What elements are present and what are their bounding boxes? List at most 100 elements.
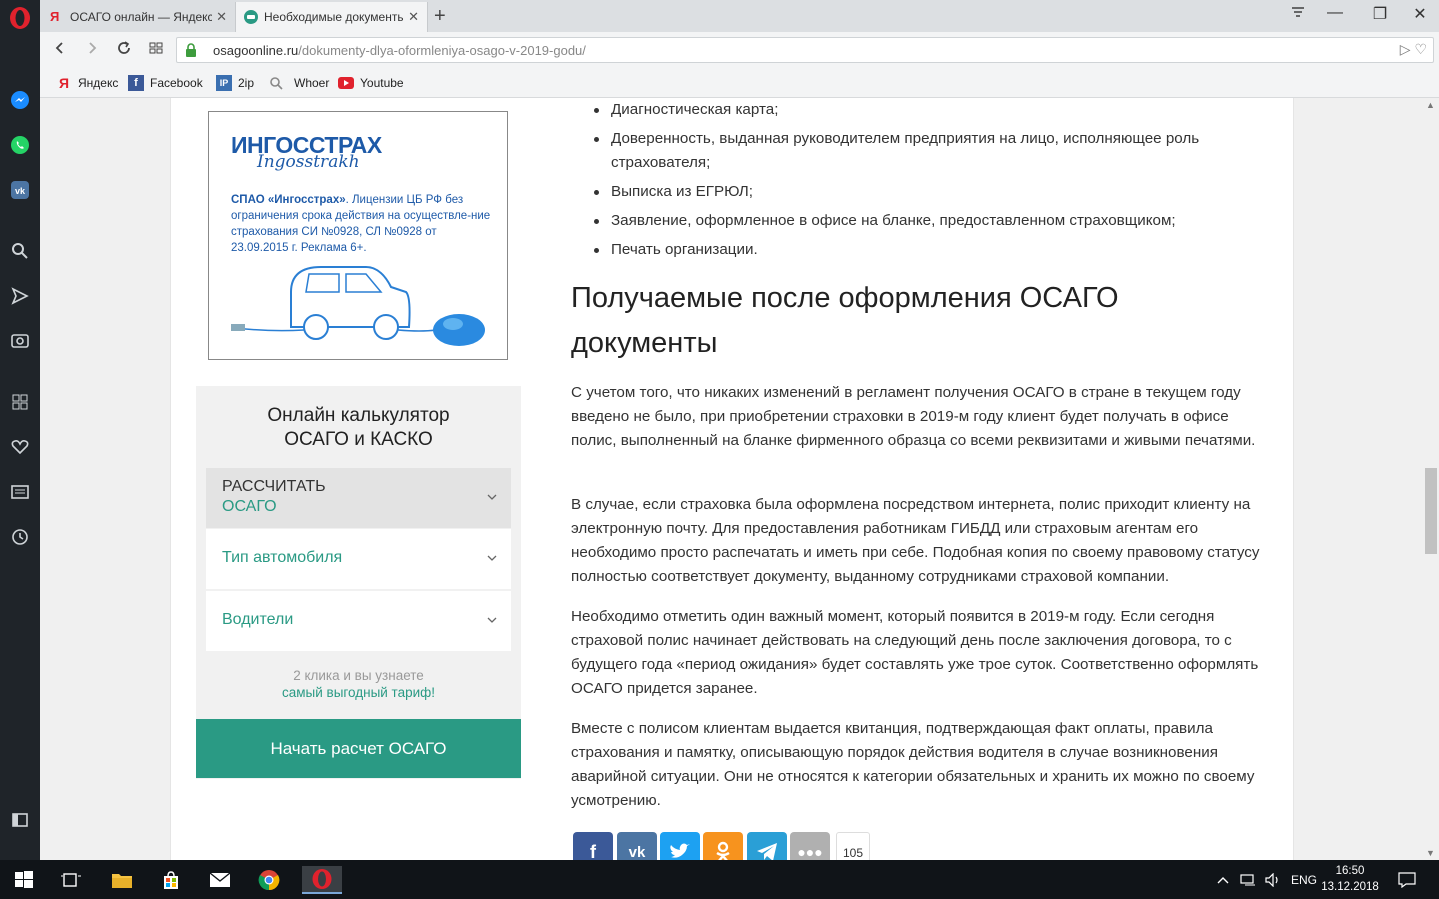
start-osago-calc-button[interactable]: Начать расчет ОСАГО bbox=[196, 719, 521, 778]
windows-start-icon[interactable] bbox=[9, 866, 39, 894]
url-field[interactable]: osagoonline.ru/dokumenty-dlya-oformleniy… bbox=[176, 37, 1434, 63]
lock-icon[interactable] bbox=[185, 43, 197, 57]
bookmark-yandex[interactable]: Я Яндекс bbox=[56, 75, 118, 91]
clock[interactable]: 16:50 13.12.2018 bbox=[1320, 863, 1380, 895]
ad-brand-latin: Ingosstrakh bbox=[257, 152, 360, 172]
calc-row-calculate[interactable]: РАССЧИТАТЬ ОСАГО bbox=[206, 468, 511, 528]
back-button[interactable] bbox=[50, 40, 70, 60]
share-count: 105 bbox=[836, 832, 870, 860]
facebook-icon: f bbox=[128, 75, 144, 91]
twitter-icon bbox=[670, 843, 690, 858]
speed-dial-icon[interactable] bbox=[8, 390, 32, 414]
action-center-icon[interactable] bbox=[1398, 860, 1416, 899]
ad-company: СПАО «Ингосстрах» bbox=[231, 194, 346, 206]
chevron-down-icon bbox=[487, 555, 497, 561]
close-icon[interactable]: ✕ bbox=[216, 9, 227, 25]
panel-toggle-icon[interactable] bbox=[8, 808, 32, 832]
page-scrollbar[interactable]: ▲ ▼ bbox=[1423, 98, 1439, 860]
tab-yandex[interactable]: Я ОСАГО онлайн — Яндекс ✕ bbox=[42, 2, 235, 32]
bookmark-heart-icon[interactable]: ♡ bbox=[1414, 41, 1427, 57]
scrollbar-thumb[interactable] bbox=[1425, 468, 1437, 554]
news-icon[interactable] bbox=[8, 480, 32, 504]
documents-list: Диагностическая карта; Доверенность, выд… bbox=[591, 98, 1251, 267]
share-telegram-button[interactable] bbox=[747, 832, 787, 860]
bookmark-label: Youtube bbox=[360, 76, 404, 90]
opera-logo-icon[interactable] bbox=[8, 6, 32, 30]
send-icon[interactable] bbox=[8, 284, 32, 308]
bookmark-youtube[interactable]: Youtube bbox=[338, 75, 404, 91]
search-icon[interactable] bbox=[8, 239, 32, 263]
scroll-down-icon[interactable]: ▼ bbox=[1426, 848, 1435, 858]
whatsapp-icon[interactable] bbox=[8, 133, 32, 157]
share-more-button[interactable]: ●●● bbox=[790, 832, 830, 860]
telegram-icon bbox=[757, 843, 777, 860]
calculator-title: Онлайн калькулятор ОСАГО и КАСКО bbox=[267, 405, 450, 450]
scroll-up-icon[interactable]: ▲ bbox=[1426, 100, 1435, 110]
share-facebook-button[interactable]: f bbox=[573, 832, 613, 860]
calc-row-value: ОСАГО bbox=[222, 498, 277, 515]
ip-icon: IP bbox=[216, 75, 232, 91]
chrome-icon[interactable] bbox=[254, 866, 284, 894]
list-item: Выписка из ЕГРЮЛ; bbox=[591, 180, 1251, 204]
bookmark-whoer[interactable]: Whoer bbox=[268, 75, 329, 91]
heart-icon[interactable] bbox=[8, 435, 32, 459]
article-paragraph: Необходимо отметить один важный момент, … bbox=[571, 608, 1259, 697]
reload-button[interactable] bbox=[114, 40, 134, 60]
vk-icon: vk bbox=[628, 843, 646, 861]
speed-dial-button[interactable] bbox=[146, 40, 166, 60]
camera-icon[interactable] bbox=[8, 328, 32, 352]
youtube-icon bbox=[338, 75, 354, 91]
clock-time: 16:50 bbox=[1335, 865, 1365, 877]
send-to-flow-icon[interactable]: ▷ bbox=[1400, 41, 1411, 57]
bookmark-label: Facebook bbox=[150, 76, 203, 90]
url-text: osagoonline.ru/dokumenty-dlya-oformleniy… bbox=[213, 43, 586, 58]
language-indicator[interactable]: ENG bbox=[1291, 860, 1317, 899]
share-odnoklassniki-button[interactable] bbox=[703, 832, 743, 860]
forward-button[interactable] bbox=[82, 40, 102, 60]
clock-date: 13.12.2018 bbox=[1321, 881, 1379, 893]
odnoklassniki-icon bbox=[716, 841, 730, 860]
volume-icon[interactable] bbox=[1265, 860, 1281, 899]
calc-row-label: РАССЧИТАТЬ bbox=[222, 478, 326, 495]
list-item: Печать организации. bbox=[591, 238, 1251, 262]
list-item: Доверенность, выданная руководителем пре… bbox=[591, 127, 1251, 175]
bookmark-2ip[interactable]: IP 2ip bbox=[216, 75, 254, 91]
close-icon[interactable]: ✕ bbox=[408, 9, 419, 25]
mail-icon[interactable] bbox=[205, 866, 235, 894]
insurance-ad-banner[interactable]: ИНГОССТРАХ Ingosstrakh СПАО «Ингосстрах»… bbox=[208, 111, 508, 360]
calc-row-drivers[interactable]: Водители bbox=[206, 591, 511, 651]
close-window-button[interactable]: ✕ bbox=[1405, 4, 1435, 24]
bookmark-facebook[interactable]: f Facebook bbox=[128, 75, 203, 91]
chevron-down-icon bbox=[487, 617, 497, 623]
store-icon[interactable] bbox=[156, 866, 186, 894]
list-item: Заявление, оформленное в офисе на бланке… bbox=[591, 209, 1251, 233]
task-view-icon[interactable] bbox=[56, 866, 86, 894]
opera-sidebar: vk bbox=[0, 0, 40, 860]
share-vk-button[interactable]: vk bbox=[617, 832, 657, 860]
section-heading: Получаемые после оформления ОСАГО докуме… bbox=[571, 282, 1119, 359]
chevron-down-icon bbox=[487, 494, 497, 500]
calc-row-car-type[interactable]: Тип автомобиля bbox=[206, 529, 511, 589]
tray-chevron-icon[interactable] bbox=[1216, 860, 1230, 899]
restore-button[interactable]: ❐ bbox=[1365, 4, 1395, 24]
vk-icon[interactable]: vk bbox=[8, 178, 32, 202]
file-explorer-icon[interactable] bbox=[107, 866, 137, 894]
svg-text:vk: vk bbox=[15, 186, 26, 196]
bookmark-label: 2ip bbox=[238, 76, 255, 90]
new-tab-button[interactable]: + bbox=[434, 4, 446, 28]
list-item: Диагностическая карта; bbox=[591, 98, 1251, 122]
article-paragraph: В случае, если страховка была оформлена … bbox=[571, 496, 1260, 585]
tab-active[interactable]: Необходимые документы ✕ bbox=[235, 2, 428, 32]
calc-row-label: Тип автомобиля bbox=[222, 549, 343, 566]
site-favicon-icon bbox=[244, 10, 258, 24]
network-icon[interactable] bbox=[1240, 860, 1258, 899]
best-tariff-link[interactable]: самый выгодный тариф! bbox=[196, 684, 521, 701]
share-twitter-button[interactable] bbox=[660, 832, 700, 860]
tab-menu-icon[interactable] bbox=[1283, 4, 1313, 25]
messenger-icon[interactable] bbox=[8, 88, 32, 112]
bookmark-label: Яндекс bbox=[78, 76, 119, 90]
opera-taskbar-icon[interactable] bbox=[302, 866, 342, 894]
minimize-button[interactable]: — bbox=[1320, 4, 1350, 22]
ad-text: СПАО «Ингосстрах». Лицензии ЦБ РФ без ог… bbox=[231, 192, 491, 256]
history-icon[interactable] bbox=[8, 525, 32, 549]
